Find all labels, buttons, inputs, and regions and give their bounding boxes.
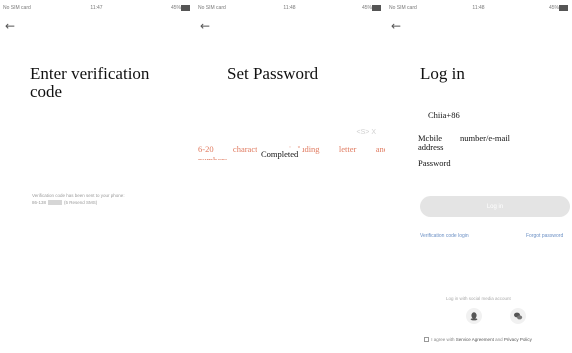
completed-button[interactable]: Completed [257, 148, 303, 160]
login-button[interactable]: Log in [420, 196, 570, 217]
status-carrier: No SIM card [198, 5, 226, 11]
status-carrier: No SIM card [389, 5, 417, 11]
status-carrier: No SIM card [3, 5, 31, 11]
hint-line: Verification code has been sent to your … [32, 193, 125, 198]
country-code-selector[interactable]: Chiia+86 [428, 110, 460, 120]
service-agreement-link[interactable]: Service Agreement [456, 337, 494, 342]
forgot-password-link[interactable]: Forgot password [526, 233, 563, 239]
verification-hint: Verification code has been sent to your … [32, 192, 182, 206]
status-bar: No SIM card 11:48 45% [389, 4, 568, 13]
privacy-policy-link[interactable]: Privacy Policy [504, 337, 532, 342]
qq-icon[interactable] [466, 308, 482, 324]
agreement-row: I agree with Service Agreement and Priva… [424, 336, 572, 344]
status-time: 11:48 [472, 5, 485, 11]
agree-checkbox[interactable] [424, 337, 429, 343]
status-time: 11:47 [90, 5, 103, 11]
page-title: Enter verification code [30, 64, 150, 101]
agree-text: I agree with [431, 337, 455, 342]
set-password-screen: No SIM card 11:48 45% ← Set Password <S>… [195, 0, 385, 353]
battery-icon [372, 5, 381, 11]
wechat-icon[interactable] [510, 308, 526, 324]
status-bar: No SIM card 11:47 45% [3, 4, 190, 13]
battery-icon [559, 5, 568, 11]
verification-screen: No SIM card 11:47 45% ← Enter verificati… [0, 0, 194, 353]
password-input[interactable] [418, 158, 568, 168]
verification-code-login-link[interactable]: Verification code login [420, 233, 469, 239]
status-time: 11:48 [283, 5, 296, 11]
page-title: Set Password [227, 64, 319, 83]
social-login-label: Log in with social media account [446, 296, 511, 301]
resend-sms-link[interactable]: (5 Resend SMS) [64, 200, 97, 205]
phone-prefix: 86-138 [32, 200, 47, 205]
agree-and-text: and [495, 337, 503, 342]
status-battery-percent: 45% [170, 5, 181, 11]
status-battery-percent: 45% [361, 5, 372, 11]
status-bar: No SIM card 11:48 45% [198, 4, 381, 13]
account-input[interactable] [418, 134, 568, 156]
battery-icon [181, 5, 190, 11]
arrow-left-icon[interactable]: ← [5, 20, 15, 32]
login-screen: No SIM card 11:48 45% ← Log in Chiia+86 … [386, 0, 572, 353]
arrow-left-icon[interactable]: ← [200, 20, 210, 32]
password-visibility-icons[interactable]: <S> X [357, 129, 376, 136]
status-battery-percent: 45% [548, 5, 559, 11]
page-title: Log in [420, 64, 465, 83]
arrow-left-icon[interactable]: ← [391, 20, 401, 32]
masked-phone [48, 200, 63, 206]
